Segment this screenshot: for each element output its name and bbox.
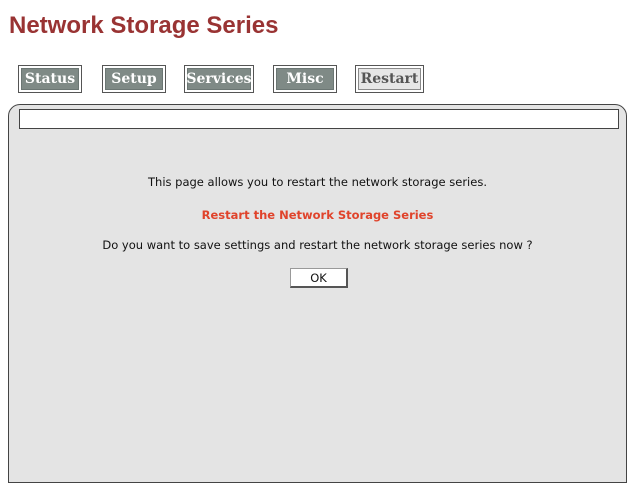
page-title: Network Storage Series <box>9 12 279 39</box>
content-panel: This page allows you to restart the netw… <box>8 104 627 483</box>
tab-restart[interactable]: Restart <box>355 65 424 93</box>
restart-heading: Restart the Network Storage Series <box>201 208 434 222</box>
tab-status[interactable]: Status <box>18 65 82 93</box>
tab-setup[interactable]: Setup <box>102 65 166 93</box>
confirm-question: Do you want to save settings and restart… <box>102 238 533 252</box>
ok-button[interactable]: OK <box>290 268 348 288</box>
tab-services[interactable]: Services <box>184 65 254 93</box>
panel-header-bar <box>19 109 619 129</box>
tab-misc[interactable]: Misc <box>273 65 337 93</box>
intro-text: This page allows you to restart the netw… <box>148 175 487 189</box>
